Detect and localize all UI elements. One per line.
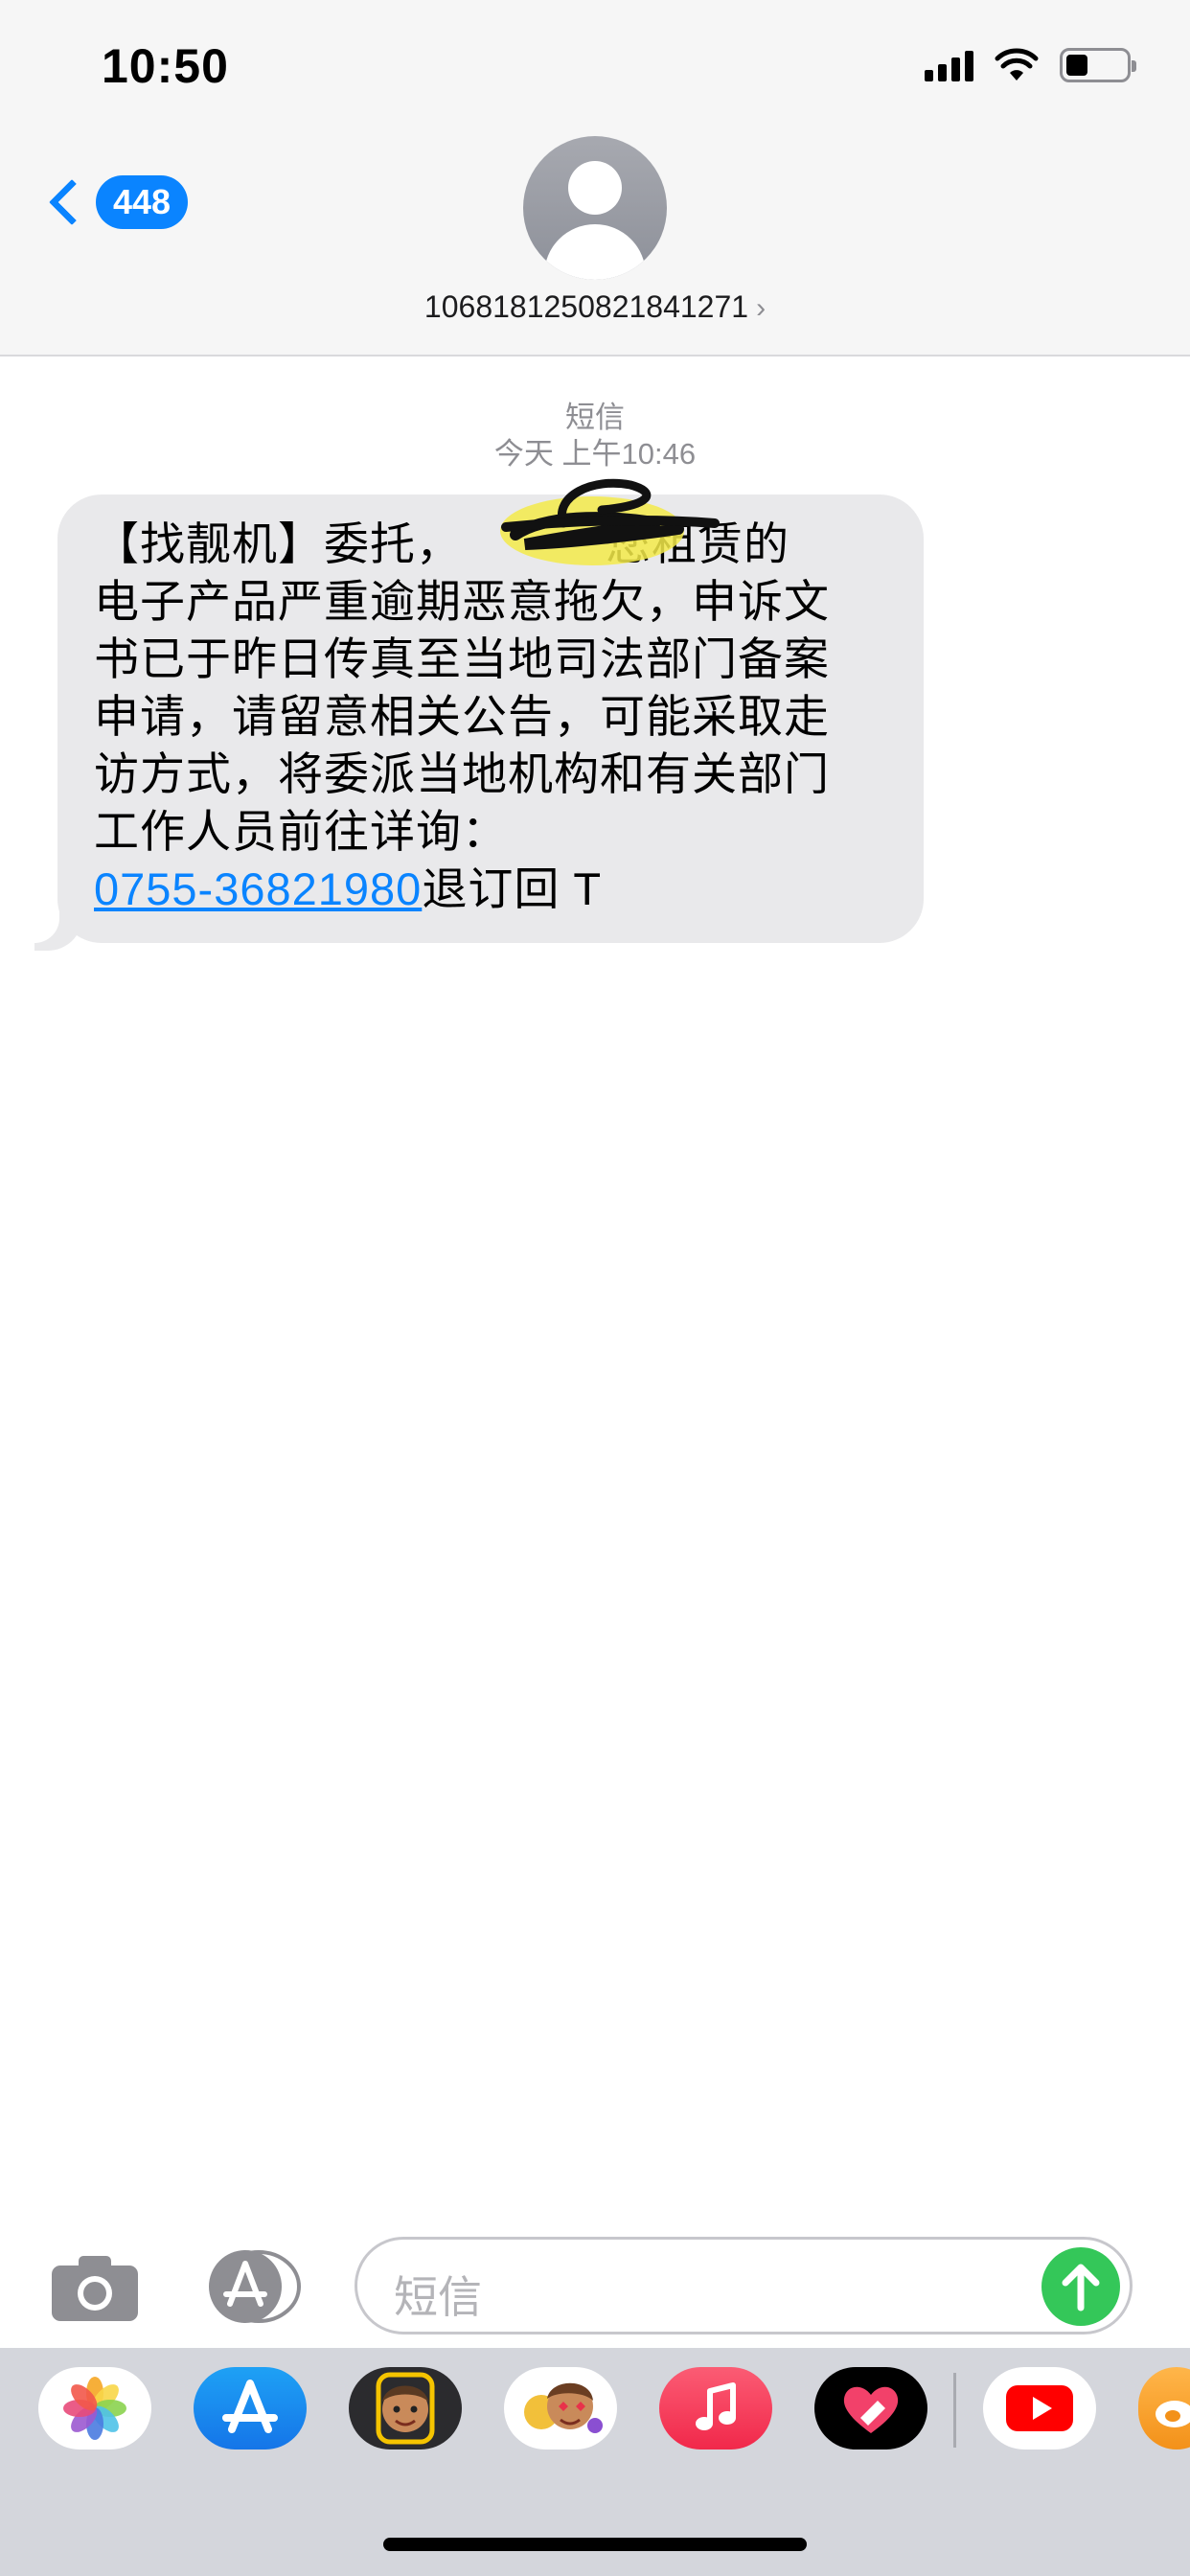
chevron-right-icon: › — [756, 292, 767, 324]
battery-icon — [1060, 48, 1136, 82]
contact-number: 1068181250821841271 — [423, 289, 749, 324]
message-line: 0755-36821980退订回 T — [94, 861, 889, 918]
message-line: 申请，请留意相关公告，可能采取走 — [94, 691, 830, 742]
animoji-stickers-icon[interactable] — [504, 2367, 617, 2450]
unread-count-badge: 448 — [96, 175, 189, 229]
message-input[interactable]: 短信 — [355, 2237, 1133, 2334]
conversation-header: 10:50 448 1068181250821841271 › — [0, 0, 1190, 356]
home-indicator[interactable] — [383, 2538, 807, 2551]
chevron-left-icon — [48, 178, 96, 226]
digital-touch-icon[interactable] — [814, 2367, 927, 2450]
wifi-icon — [995, 48, 1039, 80]
youtube-icon[interactable] — [983, 2367, 1096, 2450]
cellular-signal-icon — [925, 49, 973, 81]
photos-icon[interactable] — [38, 2367, 151, 2450]
unsubscribe-text: 退订回 T — [422, 863, 603, 914]
arrow-up-icon — [1062, 2264, 1100, 2312]
message-timestamp: 今天 上午10:46 — [493, 437, 697, 471]
message-line: 访方式，将委派当地机构和有关部门 — [94, 748, 830, 799]
phone-link[interactable]: 0755-36821980 — [94, 863, 422, 914]
message-line: 电子产品严重逾期恶意拖欠，申诉文 — [94, 576, 830, 627]
message-line: 工作人员前往详询： — [94, 806, 508, 857]
memoji-icon[interactable] — [349, 2367, 462, 2450]
app-store-icon[interactable] — [194, 2367, 307, 2450]
message-line: 【找靓机】委托， 您租赁的 — [94, 518, 790, 569]
send-button[interactable] — [1041, 2247, 1120, 2326]
camera-icon[interactable] — [50, 2254, 140, 2323]
status-indicators — [925, 44, 1136, 86]
status-time: 10:50 — [102, 39, 229, 93]
message-line: 书已于昨日传真至当地司法部门备案 — [94, 633, 830, 684]
contact-avatar[interactable] — [523, 136, 667, 280]
contact-title[interactable]: 1068181250821841271 › — [0, 289, 1190, 325]
message-input-placeholder: 短信 — [394, 2272, 482, 2322]
music-icon[interactable] — [659, 2367, 772, 2450]
back-button[interactable]: 448 — [42, 175, 189, 229]
received-message-bubble[interactable]: 【找靓机】委托， 您租赁的 电子产品严重逾期恶意拖欠，申诉文 书已于昨日传真至当地… — [57, 494, 924, 943]
app-drawer-divider — [953, 2373, 956, 2448]
messages-screen: 10:50 448 1068181250821841271 › 短信 今天 上午1… — [0, 0, 1190, 2576]
app-store-icon[interactable] — [201, 2248, 303, 2325]
